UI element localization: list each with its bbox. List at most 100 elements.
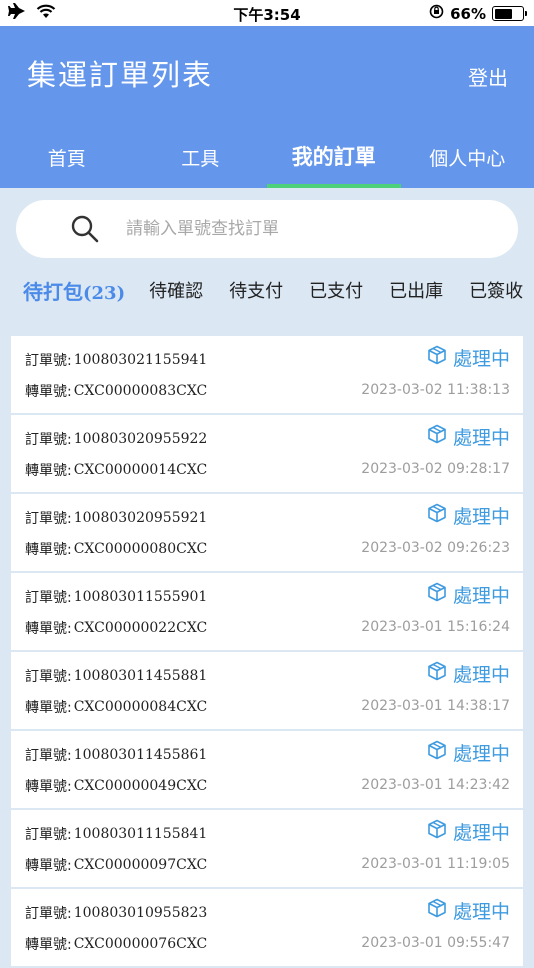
order-status-label: 處理中 [453, 739, 510, 766]
order-number-row: 訂單號:100803011455881 [25, 666, 207, 686]
battery-icon [492, 6, 524, 21]
order-timestamp: 2023-03-01 14:23:42 [361, 777, 510, 793]
package-icon [427, 503, 453, 528]
order-number-label: 訂單號: [25, 587, 72, 607]
order-number: 100803020955921 [74, 510, 208, 526]
transfer-number-row: 轉單號:CXC00000022CXC [25, 618, 207, 638]
package-icon [427, 740, 453, 765]
order-status-label: 處理中 [453, 818, 510, 845]
order-card[interactable]: 訂單號:100803011555901轉單號:CXC00000022CXC處理中… [11, 573, 523, 650]
transfer-number-row: 轉單號:CXC00000097CXC [25, 855, 207, 875]
filter-signed[interactable]: 已簽收 [469, 277, 523, 303]
order-number-row: 訂單號:100803020955922 [25, 429, 207, 449]
order-card[interactable]: 訂單號:100803011155841 轉單號:CXC00000097CXC 處理中… [11, 810, 523, 887]
package-icon [427, 661, 453, 686]
transfer-number-label: 轉單號: [25, 618, 72, 638]
order-number: 100803011555901 [74, 589, 208, 605]
order-number-row: 訂單號:100803011155841 [25, 824, 207, 844]
transfer-number: CXC00000083CXC [74, 383, 208, 399]
battery-fill [495, 9, 513, 19]
order-card[interactable]: 訂單號:100803020955922轉單號:CXC00000014CXC處理中… [11, 415, 523, 492]
orientation-lock-icon [429, 4, 444, 23]
transfer-number-label: 轉單號: [25, 934, 72, 954]
package-icon [427, 819, 453, 844]
search-input[interactable] [126, 216, 486, 242]
transfer-number-label: 轉單號: [25, 776, 72, 796]
order-status-label: 處理中 [453, 897, 510, 924]
order-number-label: 訂單號: [25, 666, 72, 686]
transfer-number-label: 轉單號: [25, 381, 72, 401]
transfer-number-label: 轉單號: [25, 460, 72, 480]
order-timestamp: 2023-03-01 11:19:05 [361, 856, 510, 872]
tab-home[interactable]: 首頁 [0, 134, 134, 188]
order-number-row: 訂單號:100803021155941 [25, 350, 207, 370]
transfer-number-row: 轉單號:CXC00000049CXC [25, 776, 207, 796]
search-icon[interactable] [70, 214, 100, 244]
order-number-label: 訂單號: [25, 429, 72, 449]
transfer-number-label: 轉單號: [25, 539, 72, 559]
app-header: 集運訂單列表 登出 首頁 工具 我的訂單 個人中心 [0, 26, 534, 188]
order-timestamp: 2023-03-01 09:55:47 [361, 935, 510, 951]
transfer-number-row: 轉單號:CXC00000076CXC [25, 934, 207, 954]
order-number: 100803011155841 [74, 826, 208, 842]
order-number-label: 訂單號: [25, 508, 72, 528]
order-timestamp: 2023-03-02 09:26:23 [361, 540, 510, 556]
order-status: 處理中 [427, 581, 510, 608]
order-list: 訂單號:100803021155941轉單號:CXC00000083CXC處理中… [11, 336, 523, 968]
order-card[interactable]: 訂單號:100803021155941轉單號:CXC00000083CXC處理中… [11, 336, 523, 413]
order-number-row: 訂單號:100803011555901 [25, 587, 207, 607]
order-timestamp: 2023-03-01 15:16:24 [361, 619, 510, 635]
order-timestamp: 2023-03-02 11:38:13 [361, 382, 510, 398]
transfer-number: CXC00000049CXC [74, 778, 208, 794]
order-status: 處理中 [427, 660, 510, 687]
filter-paid[interactable]: 已支付 [309, 277, 363, 303]
order-number: 100803020955922 [74, 431, 208, 447]
filter-pending-pack-label: 待打包 [23, 280, 83, 304]
order-status: 處理中 [427, 818, 510, 845]
status-bar: 下午3:54 66% [0, 0, 534, 26]
order-timestamp: 2023-03-02 09:28:17 [361, 461, 510, 477]
filter-pending-pack-count: (23) [83, 283, 125, 304]
order-status: 處理中 [427, 344, 510, 371]
logout-button[interactable]: 登出 [468, 62, 508, 91]
order-status: 處理中 [427, 739, 510, 766]
order-number-label: 訂單號: [25, 745, 72, 765]
status-filters: 待打包(23) 待確認 待支付 已支付 已出庫 已簽收 [0, 272, 534, 308]
status-right: 66% [429, 4, 524, 23]
order-number: 100803011455881 [74, 668, 208, 684]
filter-pending-confirm[interactable]: 待確認 [149, 277, 203, 303]
transfer-number-row: 轉單號:CXC00000014CXC [25, 460, 207, 480]
order-status: 處理中 [427, 897, 510, 924]
nav-tabs: 首頁 工具 我的訂單 個人中心 [0, 134, 534, 188]
filter-pending-pack[interactable]: 待打包(23) [23, 276, 125, 305]
order-card[interactable]: 訂單號:100803011455881轉單號:CXC00000084CXC處理中… [11, 652, 523, 729]
order-number-row: 訂單號:100803011455861 [25, 745, 207, 765]
filter-pending-payment[interactable]: 待支付 [229, 277, 283, 303]
order-number: 100803011455861 [74, 747, 208, 763]
package-icon [427, 898, 453, 923]
order-card[interactable]: 訂單號:100803010955823 轉單號:CXC00000076CXC 處理中… [11, 889, 523, 966]
tab-my-orders[interactable]: 我的訂單 [267, 134, 401, 188]
order-number: 100803021155941 [74, 352, 208, 368]
order-number-label: 訂單號: [25, 903, 72, 923]
transfer-number-row: 轉單號:CXC00000080CXC [25, 539, 207, 559]
transfer-number-row: 轉單號:CXC00000084CXC [25, 697, 207, 717]
order-status-label: 處理中 [453, 344, 510, 371]
order-card[interactable]: 訂單號:100803011455861轉單號:CXC00000049CXC處理中… [11, 731, 523, 808]
tab-profile[interactable]: 個人中心 [401, 134, 534, 188]
order-number-label: 訂單號: [25, 350, 72, 370]
transfer-number: CXC00000022CXC [74, 620, 208, 636]
transfer-number-row: 轉單號:CXC00000083CXC [25, 381, 207, 401]
order-number-row: 訂單號:100803020955921 [25, 508, 207, 528]
filter-shipped[interactable]: 已出庫 [389, 277, 443, 303]
search-bar [16, 200, 518, 258]
order-number: 100803010955823 [74, 905, 208, 921]
order-card[interactable]: 訂單號:100803020955921轉單號:CXC00000080CXC處理中… [11, 494, 523, 571]
transfer-number: CXC00000084CXC [74, 699, 208, 715]
battery-percent: 66% [450, 5, 486, 23]
transfer-number-label: 轉單號: [25, 697, 72, 717]
package-icon [427, 582, 453, 607]
tab-tools[interactable]: 工具 [134, 134, 268, 188]
order-status-label: 處理中 [453, 581, 510, 608]
page-title: 集運訂單列表 [27, 52, 213, 94]
